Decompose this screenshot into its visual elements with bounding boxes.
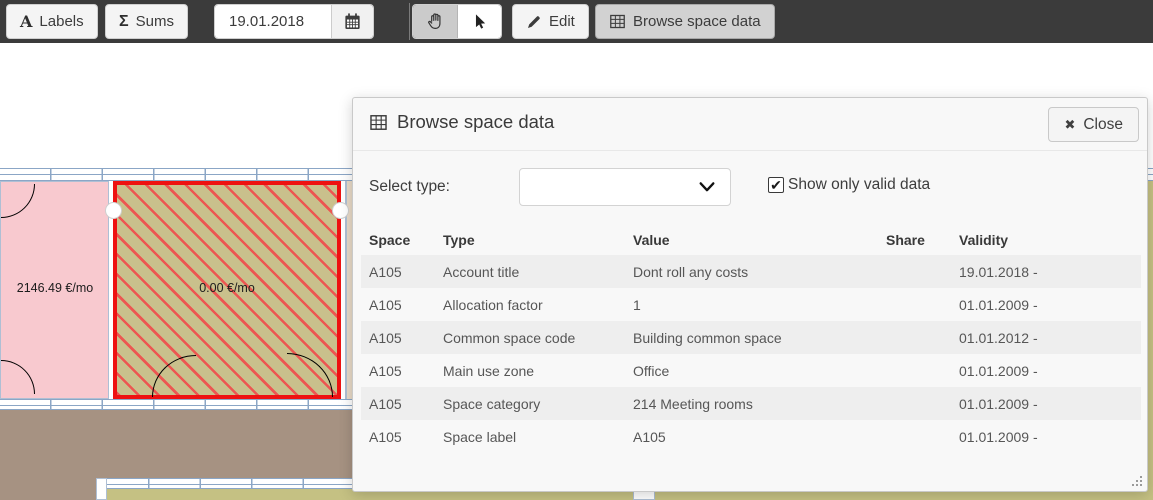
- labels-button[interactable]: A Labels: [6, 4, 98, 39]
- col-header-type: Type: [435, 232, 625, 248]
- cell-type: Main use zone: [435, 363, 625, 379]
- type-select-dropdown[interactable]: [519, 168, 731, 206]
- date-input[interactable]: [215, 5, 331, 38]
- sigma-icon: Σ: [119, 13, 129, 31]
- col-header-space: Space: [361, 232, 435, 248]
- labels-a-icon: A: [20, 12, 32, 31]
- show-valid-label: Show only valid data: [788, 176, 930, 194]
- room-selected-cost-label: 0.00 €/mo: [199, 281, 255, 295]
- cell-validity: 01.01.2009 -: [951, 429, 1141, 445]
- table-row[interactable]: A105 Main use zone Office 01.01.2009 -: [361, 354, 1141, 387]
- pencil-icon: [526, 14, 542, 30]
- table-row[interactable]: A105 Space label A105 01.01.2009 -: [361, 420, 1141, 453]
- labels-button-label: Labels: [39, 13, 83, 30]
- dialog-title: Browse space data: [397, 111, 554, 133]
- cell-space: A105: [361, 363, 435, 379]
- toolbar-divider: [409, 3, 410, 40]
- date-control: [214, 4, 374, 39]
- table-row[interactable]: A105 Account title Dont roll any costs 1…: [361, 255, 1141, 288]
- show-valid-checkbox[interactable]: ✔: [768, 177, 784, 193]
- cell-validity: 01.01.2009 -: [951, 396, 1141, 412]
- cell-space: A105: [361, 330, 435, 346]
- table-row[interactable]: A105 Space category 214 Meeting rooms 01…: [361, 387, 1141, 420]
- cell-value: Building common space: [625, 330, 878, 346]
- edit-button-label: Edit: [549, 13, 575, 30]
- show-valid-checkbox-wrap: ✔ Show only valid data: [768, 176, 930, 194]
- selection-handle-right[interactable]: [332, 202, 349, 219]
- cell-type: Allocation factor: [435, 297, 625, 313]
- cell-type: Common space code: [435, 330, 625, 346]
- selection-handle-left[interactable]: [105, 202, 122, 219]
- sums-button[interactable]: Σ Sums: [105, 4, 188, 39]
- resize-grip[interactable]: [1130, 474, 1142, 486]
- cell-value: Dont roll any costs: [625, 264, 878, 280]
- cell-value: 1: [625, 297, 878, 313]
- hand-icon: [426, 12, 445, 31]
- col-header-share: Share: [878, 232, 951, 248]
- table-header-row: Space Type Value Share Validity: [361, 224, 1141, 255]
- cell-validity: 01.01.2009 -: [951, 363, 1141, 379]
- wall-segment: [96, 478, 107, 500]
- checkmark-icon: ✔: [770, 178, 782, 192]
- space-data-table: Space Type Value Share Validity A105 Acc…: [361, 224, 1141, 453]
- pan-tool-button[interactable]: [413, 5, 457, 38]
- close-button[interactable]: ✖ Close: [1048, 107, 1139, 142]
- calendar-button[interactable]: [331, 5, 373, 38]
- col-header-value: Value: [625, 232, 878, 248]
- cell-type: Space label: [435, 429, 625, 445]
- cell-validity: 01.01.2009 -: [951, 297, 1141, 313]
- cell-validity: 19.01.2018 -: [951, 264, 1141, 280]
- close-button-label: Close: [1083, 116, 1123, 134]
- chevron-down-icon: [698, 180, 716, 194]
- cell-type: Space category: [435, 396, 625, 412]
- cell-space: A105: [361, 297, 435, 313]
- cell-space: A105: [361, 264, 435, 280]
- door-arc-icon: [1, 184, 35, 218]
- dialog-header: Browse space data ✖ Close: [353, 98, 1147, 151]
- door-arc-icon: [152, 355, 196, 397]
- close-icon: ✖: [1064, 117, 1075, 133]
- edit-button[interactable]: Edit: [512, 4, 589, 39]
- select-tool-button[interactable]: [457, 5, 501, 38]
- cell-value: Office: [625, 363, 878, 379]
- cell-value: A105: [625, 429, 878, 445]
- cell-validity: 01.01.2012 -: [951, 330, 1141, 346]
- table-icon: [369, 113, 388, 132]
- cursor-icon: [471, 12, 488, 31]
- calendar-icon: [343, 12, 362, 31]
- cell-space: A105: [361, 396, 435, 412]
- pointer-tool-group: [412, 4, 502, 39]
- browse-space-data-button[interactable]: Browse space data: [595, 4, 775, 39]
- cell-value: 214 Meeting rooms: [625, 396, 878, 412]
- cell-type: Account title: [435, 264, 625, 280]
- table-row[interactable]: A105 Allocation factor 1 01.01.2009 -: [361, 288, 1141, 321]
- sums-button-label: Sums: [136, 13, 174, 30]
- app-screen: 2146.49 €/mo 0.00 €/mo A Labels Σ Sums: [0, 0, 1153, 500]
- cell-space: A105: [361, 429, 435, 445]
- door-arc-icon: [287, 353, 333, 397]
- select-type-label: Select type:: [369, 178, 450, 196]
- table-icon: [609, 13, 626, 30]
- dialog-title-wrap: Browse space data: [369, 111, 554, 133]
- dialog-controls: Select type: ✔ Show only valid data: [353, 168, 1147, 210]
- door-arc-icon: [1, 360, 35, 394]
- room-pink-cost-label: 2146.49 €/mo: [17, 281, 93, 295]
- table-row[interactable]: A105 Common space code Building common s…: [361, 321, 1141, 354]
- toolbar: A Labels Σ Sums: [0, 0, 1153, 43]
- browse-space-data-dialog: Browse space data ✖ Close Select type: ✔…: [352, 97, 1148, 492]
- col-header-validity: Validity: [951, 232, 1141, 248]
- browse-button-label: Browse space data: [633, 13, 761, 30]
